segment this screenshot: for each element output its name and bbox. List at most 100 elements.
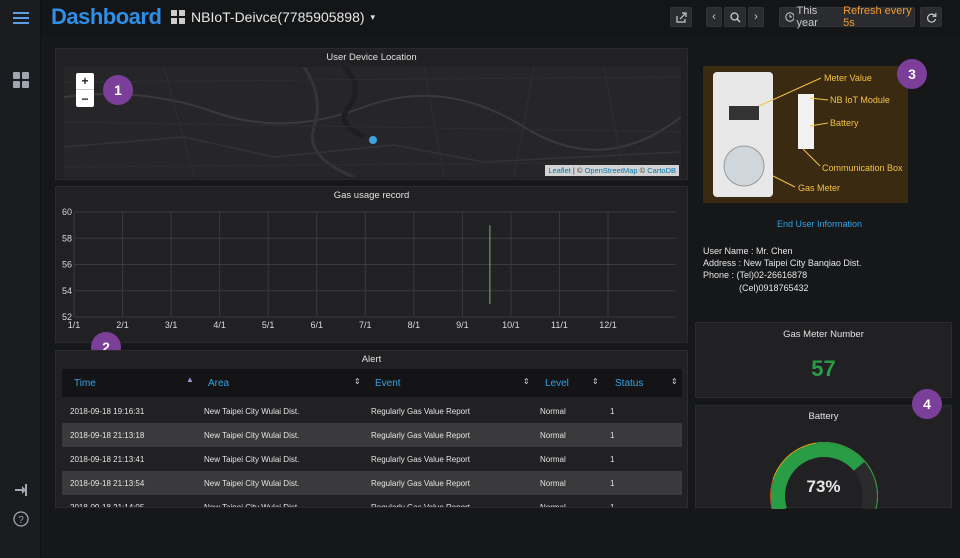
cell-time: 2018-09-18 21:14:05	[70, 503, 145, 508]
cell-area: New Taipei City Wulai Dist.	[204, 503, 300, 508]
gas-meter-number-value: 57	[811, 356, 836, 381]
alert-panel-title: Alert	[361, 354, 382, 365]
map-zoom-control: + −	[76, 73, 94, 107]
cell-area: New Taipei City Wulai Dist.	[204, 479, 300, 488]
zoom-in-button[interactable]: +	[76, 73, 94, 90]
sort-icon[interactable]: ⇕	[592, 377, 599, 386]
zoom-out-button[interactable]: −	[76, 90, 94, 107]
column-header-area[interactable]: Area	[208, 378, 229, 389]
sort-icon[interactable]: ⇕	[354, 377, 361, 386]
battery-value: 73%	[806, 477, 841, 496]
sort-icon[interactable]: ⇕	[523, 377, 530, 386]
column-header-time[interactable]: Time	[74, 378, 96, 389]
refresh-interval-label: Refresh every 5s	[843, 5, 912, 29]
dashboard-logo[interactable]: Dashboard	[51, 4, 162, 30]
sort-asc-icon[interactable]: ▲	[186, 375, 194, 384]
alert-panel: Alert Time ▲ Area ⇕ Event ⇕ Level ⇕ Stat…	[55, 350, 688, 508]
cell-area: New Taipei City Wulai Dist.	[204, 431, 300, 440]
battery-panel: Battery 73%	[695, 405, 952, 509]
cell-time: 2018-09-18 21:13:54	[70, 479, 145, 488]
column-header-event[interactable]: Event	[375, 378, 401, 389]
dashboard-picker[interactable]: NBIoT-Deivce(7785905898) ▾	[171, 9, 375, 25]
x-tick-label: 5/1	[262, 320, 275, 330]
dashboard-grid-icon	[171, 10, 185, 24]
cell-level: Normal	[540, 431, 566, 440]
cell-area: New Taipei City Wulai Dist.	[204, 407, 300, 416]
time-back-button[interactable]: ‹	[706, 7, 722, 27]
chevron-left-icon: ‹	[712, 11, 716, 23]
user-address-line: Address : New Taipei City Banqiao Dist.	[703, 258, 862, 268]
device-location-marker[interactable]	[369, 136, 377, 144]
cell-time: 2018-09-18 19:16:31	[70, 407, 145, 416]
cell-time: 2018-09-18 21:13:18	[70, 431, 145, 440]
callout-communication-box: Communication Box	[822, 163, 903, 173]
y-tick-label: 60	[62, 207, 72, 217]
x-tick-label: 11/1	[551, 320, 568, 330]
alert-table-header: Time ▲ Area ⇕ Event ⇕ Level ⇕ Status ⇕	[62, 369, 682, 397]
leaflet-link[interactable]: Leaflet	[548, 166, 571, 175]
annotation-badge: 3	[897, 59, 927, 89]
table-row[interactable]: 2018-09-18 21:14:05 New Taipei City Wulai…	[62, 495, 682, 508]
x-tick-label: 9/1	[456, 320, 469, 330]
sign-in-icon[interactable]	[11, 480, 31, 500]
x-tick-label: 12/1	[599, 320, 617, 330]
y-tick-label: 56	[62, 260, 72, 270]
cell-time: 2018-09-18 21:13:41	[70, 455, 145, 464]
y-tick-label: 58	[62, 233, 72, 243]
menu-icon[interactable]	[11, 8, 31, 28]
cell-event: Regularly Gas Value Report	[371, 479, 471, 488]
table-row[interactable]: 2018-09-18 21:13:18 New Taipei City Wulai…	[62, 423, 682, 447]
cell-level: Normal	[540, 455, 566, 464]
zoom-out-time-button[interactable]	[724, 7, 746, 27]
time-forward-button[interactable]: ›	[748, 7, 764, 27]
cell-event: Regularly Gas Value Report	[371, 503, 471, 508]
user-info-title[interactable]: End User Information	[777, 219, 862, 229]
map-attribution: Leaflet | © OpenStreetMap © CartoDB	[545, 165, 679, 176]
map-panel-title: User Device Location	[326, 52, 417, 63]
cell-event: Regularly Gas Value Report	[371, 407, 471, 416]
x-tick-label: 1/1	[68, 320, 81, 330]
attribution-separator: | ©	[570, 166, 585, 175]
gas-usage-panel: Gas usage record 60 58 56 54 52 1/1 2/1 3/1 4/1 5…	[55, 186, 688, 343]
annotation-badge: 1	[103, 75, 133, 105]
callout-gas-meter: Gas Meter	[798, 183, 841, 193]
chevron-right-icon: ›	[754, 11, 758, 23]
x-tick-label: 4/1	[213, 320, 226, 330]
share-button[interactable]	[670, 7, 692, 27]
refresh-button[interactable]	[920, 7, 942, 27]
table-row[interactable]: 2018-09-18 21:13:41 New Taipei City Wulai…	[62, 447, 682, 471]
map-canvas[interactable]: + − Leaflet | © OpenStreetMap © CartoDB	[64, 67, 681, 177]
x-tick-label: 10/1	[502, 320, 520, 330]
cell-level: Normal	[540, 479, 566, 488]
column-header-status[interactable]: Status	[615, 378, 643, 389]
zoom-icon	[729, 11, 741, 23]
dashboards-icon[interactable]	[11, 70, 31, 90]
column-header-level[interactable]: Level	[545, 378, 569, 389]
gas-meter-diagram: Meter Value NB IoT Module Battery Commun…	[703, 66, 908, 203]
table-row[interactable]: 2018-09-18 19:16:31 New Taipei City Wulai…	[62, 399, 682, 423]
help-icon[interactable]: ?	[11, 509, 31, 529]
x-tick-label: 2/1	[116, 320, 129, 330]
gas-meter-number-title: Gas Meter Number	[783, 329, 864, 340]
attribution-separator: ©	[637, 166, 648, 175]
osm-link[interactable]: OpenStreetMap	[585, 166, 638, 175]
sort-icon[interactable]: ⇕	[671, 377, 678, 386]
table-row[interactable]: 2018-09-18 21:13:54 New Taipei City Wulai…	[62, 471, 682, 495]
cell-status: 1	[610, 503, 615, 508]
x-tick-label: 3/1	[165, 320, 178, 330]
cell-event: Regularly Gas Value Report	[371, 431, 471, 440]
annotation-badge: 4	[912, 389, 942, 419]
x-tick-label: 8/1	[408, 320, 421, 330]
callout-nb-iot-module: NB IoT Module	[830, 95, 890, 105]
svg-text:?: ?	[18, 515, 24, 526]
dashboard-name: NBIoT-Deivce(7785905898)	[191, 9, 365, 25]
callout-meter-value: Meter Value	[824, 73, 872, 83]
y-tick-label: 54	[62, 286, 72, 296]
time-range-label: This year	[796, 5, 818, 29]
gas-meter-number-panel: Gas Meter Number 57	[695, 322, 952, 398]
cartodb-link[interactable]: CartoDB	[647, 166, 676, 175]
gas-usage-chart[interactable]: 60585654521/1 2/1 3/1 4/1 5/1 6/1 7/1 8/1 9/1 10/…	[56, 192, 687, 342]
x-tick-label: 7/1	[359, 320, 372, 330]
time-picker[interactable]: This year Refresh every 5s	[779, 5, 915, 29]
callout-battery: Battery	[830, 118, 859, 128]
